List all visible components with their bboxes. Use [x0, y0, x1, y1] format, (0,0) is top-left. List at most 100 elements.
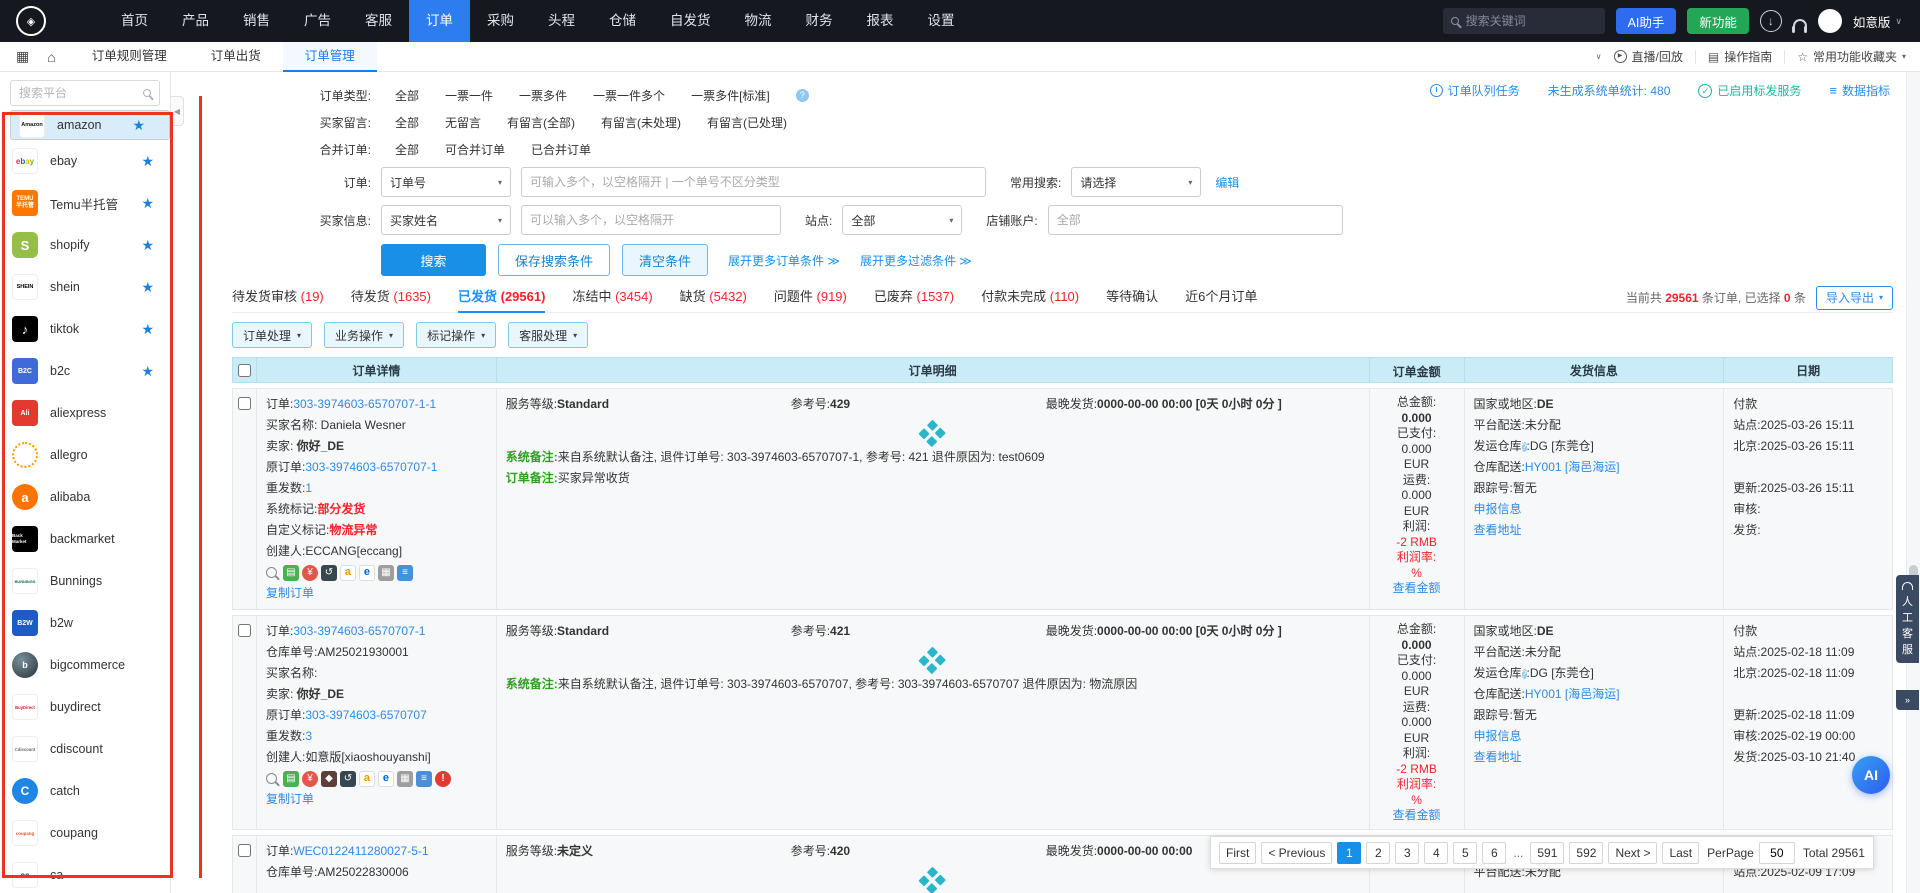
save-search-button[interactable]: 保存搜索条件 — [498, 244, 610, 276]
search-icon[interactable] — [266, 773, 277, 784]
buyer-field-select[interactable]: 买家姓名▾ — [381, 205, 511, 235]
topnav-item[interactable]: 头程 — [531, 0, 592, 42]
filter-option[interactable]: 已合并订单 — [531, 141, 591, 158]
shipping-value[interactable]: HY001 [海邑海运] — [1525, 460, 1620, 474]
sidebar-item-catch[interactable]: Ccatch — [0, 770, 170, 812]
filter-option[interactable]: 一票多件 — [519, 87, 567, 104]
data-metrics-link[interactable]: ≡数据指标 — [1829, 82, 1890, 99]
topnav-item[interactable]: 财务 — [789, 0, 850, 42]
page-number-button[interactable]: 591 — [1530, 842, 1564, 864]
chevron-down-icon[interactable]: ∨ — [1596, 52, 1602, 61]
row-checkbox[interactable] — [238, 844, 251, 857]
topnav-item[interactable]: 物流 — [728, 0, 789, 42]
sidebar-item-buydirect[interactable]: BuyDirectbuydirect — [0, 686, 170, 728]
action-dropdown-button[interactable]: 客服处理▾ — [508, 322, 588, 348]
copy-order-link[interactable]: 复制订单 — [266, 583, 487, 604]
topnav-item[interactable]: 首页 — [104, 0, 165, 42]
money-icon[interactable]: ¥ — [302, 771, 318, 787]
sidebar-item-backmarket[interactable]: Back Marketbackmarket — [0, 518, 170, 560]
filter-option[interactable]: 有留言(已处理) — [707, 114, 787, 131]
doc-icon[interactable]: ≡ — [416, 771, 432, 787]
page-tab[interactable]: 订单出货 — [189, 42, 283, 72]
sidebar-item-aliexpress[interactable]: Alialiexpress — [0, 392, 170, 434]
guide-link[interactable]: ▤操作指南 — [1708, 48, 1772, 65]
ai-floating-button[interactable]: AI — [1852, 756, 1890, 794]
page-number-button[interactable]: 3 — [1395, 842, 1419, 864]
grid-icon[interactable]: ▦ — [397, 771, 413, 787]
import-export-button[interactable]: 导入导出▾ — [1816, 286, 1893, 310]
new-feature-button[interactable]: 新功能 — [1687, 8, 1749, 34]
vertical-scrollbar[interactable] — [1906, 72, 1920, 893]
order-queue-link[interactable]: 订单队列任务 — [1430, 82, 1520, 99]
platform-search[interactable] — [10, 80, 160, 106]
status-tab[interactable]: 待发货 (1635) — [351, 283, 431, 313]
detail-value[interactable]: 303-3974603-6570707-1-1 — [293, 397, 436, 411]
more-order-conditions-link[interactable]: 展开更多订单条件 ≫ — [728, 252, 840, 269]
action-dropdown-button[interactable]: 订单处理▾ — [232, 322, 312, 348]
detail-value[interactable]: WEC0122411280027-5-1 — [293, 844, 428, 858]
package-icon[interactable]: ▤ — [283, 565, 299, 581]
filter-option[interactable]: 有留言(全部) — [507, 114, 575, 131]
service-expand-tab[interactable]: » — [1896, 690, 1919, 710]
row-checkbox[interactable] — [238, 397, 251, 410]
status-tab[interactable]: 问题件 (919) — [774, 283, 847, 313]
bag-icon[interactable]: ◆ — [321, 771, 337, 787]
select-all-checkbox[interactable] — [238, 364, 251, 377]
home-icon[interactable]: ⌂ — [47, 49, 55, 65]
sidebar-item-b2c[interactable]: B2Cb2c★ — [0, 350, 170, 392]
version-menu[interactable]: 如意版∨ — [1853, 12, 1902, 31]
site-select[interactable]: 全部▾ — [842, 205, 962, 235]
status-tab[interactable]: 缺货 (5432) — [680, 283, 747, 313]
amazon-icon[interactable]: a — [340, 565, 356, 581]
filter-option[interactable]: 一票一件 — [445, 87, 493, 104]
shipping-value[interactable]: HY001 [海邑海运] — [1525, 687, 1620, 701]
clear-conditions-button[interactable]: 清空条件 — [622, 244, 708, 276]
human-service-tab[interactable]: 人工客服 — [1896, 575, 1919, 663]
shipping-label[interactable]: 查看地址 — [1474, 750, 1522, 764]
status-tab[interactable]: 冻结中 (3454) — [572, 283, 652, 313]
avatar[interactable] — [1818, 9, 1842, 33]
alert-icon[interactable]: ! — [435, 771, 451, 787]
more-filter-conditions-link[interactable]: 展开更多过滤条件 ≫ — [860, 252, 972, 269]
sidebar-item-shopify[interactable]: Sshopify★ — [0, 224, 170, 266]
return-icon[interactable]: ↺ — [340, 771, 356, 787]
topnav-item[interactable]: 产品 — [165, 0, 226, 42]
sidebar-item-amazon[interactable]: Amazonamazon★ — [10, 110, 170, 140]
help-icon[interactable]: ? — [796, 89, 809, 102]
status-tab[interactable]: 等待确认 — [1106, 283, 1158, 313]
money-icon[interactable]: ¥ — [302, 565, 318, 581]
favorite-star-icon[interactable]: ★ — [141, 321, 154, 338]
edit-common-search-link[interactable]: 编辑 — [1215, 174, 1239, 191]
filter-option[interactable]: 一票一件多个 — [593, 87, 665, 104]
ebay-icon[interactable]: e — [378, 771, 394, 787]
favorite-star-icon[interactable]: ★ — [141, 153, 154, 170]
detail-value[interactable]: 303-3974603-6570707-1 — [293, 624, 425, 638]
sidebar-item-coupang[interactable]: coupangcoupang — [0, 812, 170, 854]
page-number-button[interactable]: 2 — [1366, 842, 1390, 864]
shipping-label[interactable]: 申报信息 — [1474, 502, 1522, 516]
sidebar-item-bunnings[interactable]: BUNNINGSBunnings — [0, 560, 170, 602]
row-checkbox[interactable] — [238, 624, 251, 637]
filter-option[interactable]: 一票多件[标准] — [691, 87, 770, 104]
page-number-button[interactable]: 592 — [1569, 842, 1603, 864]
topnav-item[interactable]: 广告 — [287, 0, 348, 42]
favorite-star-icon[interactable]: ★ — [141, 195, 154, 212]
copy-order-link[interactable]: 复制订单 — [266, 789, 487, 810]
headset-icon[interactable] — [1793, 19, 1807, 29]
global-search[interactable] — [1443, 8, 1605, 34]
package-icon[interactable]: ▤ — [283, 771, 299, 787]
sidebar-item-cdiscount[interactable]: Cdiscountcdiscount — [0, 728, 170, 770]
sidebar-collapse-handle[interactable]: ◀ — [171, 96, 184, 126]
per-page-input[interactable] — [1759, 842, 1795, 864]
sidebar-item-tiktok[interactable]: ♪tiktok★ — [0, 308, 170, 350]
sidebar-item-ebay[interactable]: ebayebay★ — [0, 140, 170, 182]
filter-option[interactable]: 无留言 — [445, 114, 481, 131]
status-tab[interactable]: 已发货 (29561) — [458, 283, 545, 313]
favorite-star-icon[interactable]: ★ — [132, 117, 145, 134]
page-last-button[interactable]: Last — [1662, 842, 1699, 864]
topnav-item[interactable]: 采购 — [470, 0, 531, 42]
action-dropdown-button[interactable]: 标记操作▾ — [416, 322, 496, 348]
sidebar-item-ca[interactable]: caca — [0, 854, 170, 893]
sidebar-item-allegro[interactable]: allegro — [0, 434, 170, 476]
amazon-icon[interactable]: a — [359, 771, 375, 787]
